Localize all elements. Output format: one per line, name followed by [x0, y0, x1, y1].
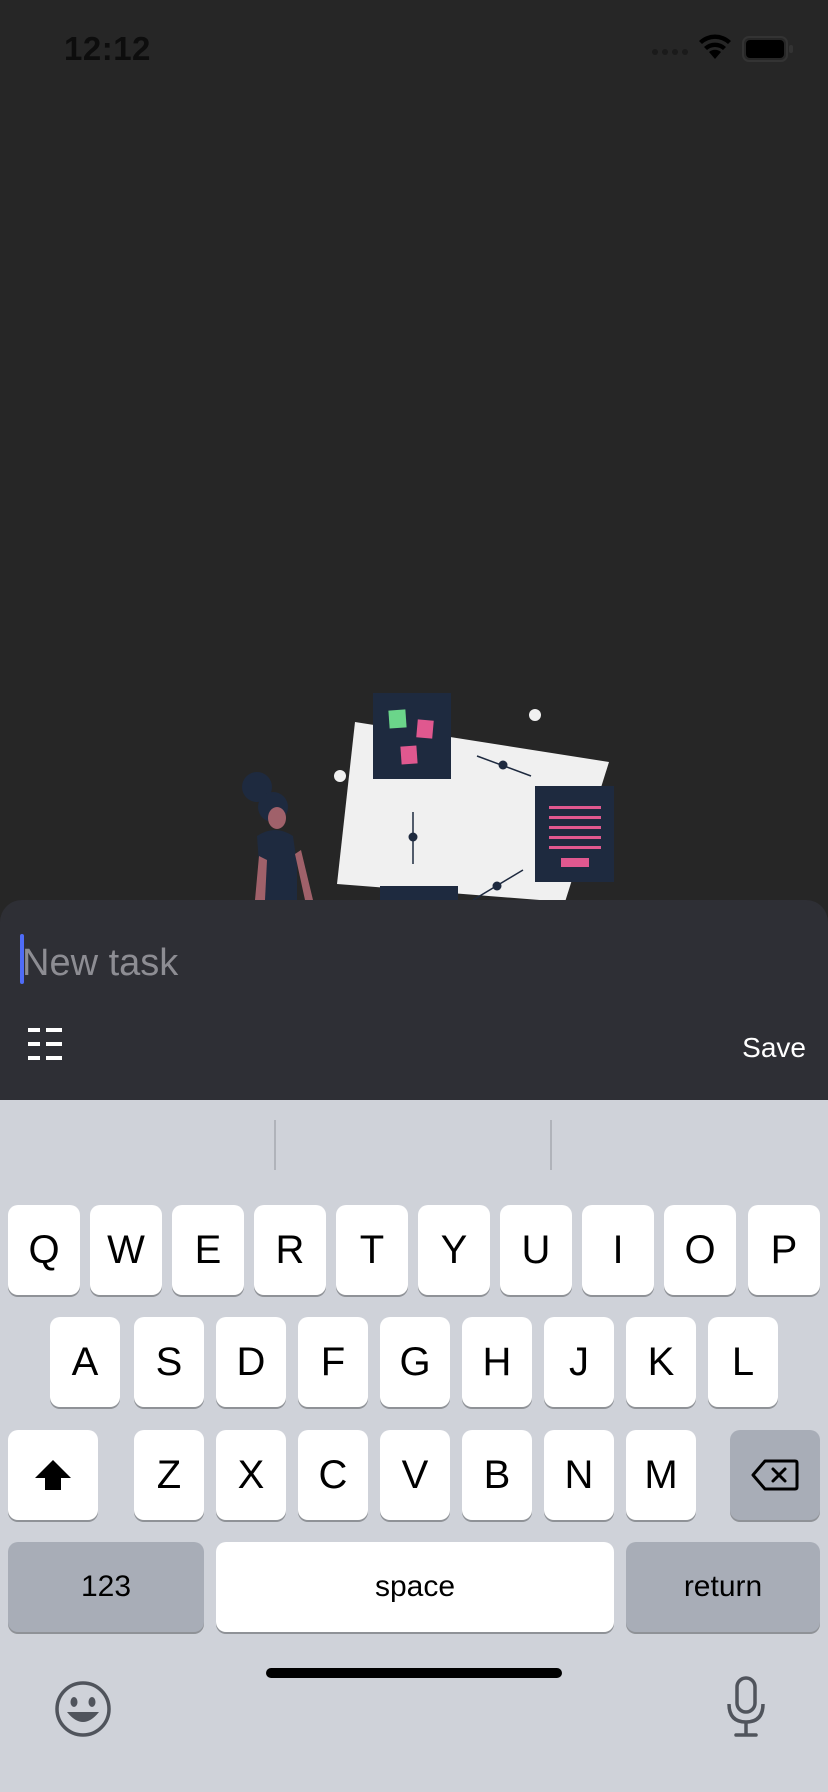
key-n[interactable]: N	[544, 1430, 614, 1520]
key-r[interactable]: R	[254, 1205, 326, 1295]
key-p[interactable]: P	[748, 1205, 820, 1295]
checklist-icon[interactable]	[26, 1024, 72, 1064]
return-key[interactable]: return	[626, 1542, 820, 1632]
key-s[interactable]: S	[134, 1317, 204, 1407]
key-w[interactable]: W	[90, 1205, 162, 1295]
new-task-sheet: Save	[0, 900, 828, 1100]
suggestion-divider	[550, 1120, 552, 1170]
key-e[interactable]: E	[172, 1205, 244, 1295]
key-a[interactable]: A	[50, 1317, 120, 1407]
new-task-input[interactable]	[22, 938, 782, 988]
key-y[interactable]: Y	[418, 1205, 490, 1295]
keyboard: Q W E R T Y U I O P A S D F G H J K L Z …	[0, 1100, 828, 1792]
microphone-icon[interactable]	[726, 1676, 766, 1738]
key-o[interactable]: O	[664, 1205, 736, 1295]
key-m[interactable]: M	[626, 1430, 696, 1520]
cellular-signal-icon	[652, 49, 688, 55]
key-v[interactable]: V	[380, 1430, 450, 1520]
key-q[interactable]: Q	[8, 1205, 80, 1295]
home-indicator	[266, 1668, 562, 1678]
key-j[interactable]: J	[544, 1317, 614, 1407]
key-z[interactable]: Z	[134, 1430, 204, 1520]
space-key[interactable]: space	[216, 1542, 614, 1632]
key-x[interactable]: X	[216, 1430, 286, 1520]
battery-icon	[742, 36, 793, 62]
wifi-icon	[699, 34, 731, 59]
save-button[interactable]: Save	[742, 1032, 806, 1064]
backspace-icon	[751, 1459, 799, 1491]
key-c[interactable]: C	[298, 1430, 368, 1520]
suggestion-divider	[274, 1120, 276, 1170]
key-h[interactable]: H	[462, 1317, 532, 1407]
status-time: 12:12	[64, 30, 151, 67]
key-b[interactable]: B	[462, 1430, 532, 1520]
key-d[interactable]: D	[216, 1317, 286, 1407]
shift-key[interactable]	[8, 1430, 98, 1520]
key-f[interactable]: F	[298, 1317, 368, 1407]
key-u[interactable]: U	[500, 1205, 572, 1295]
shift-arrow-icon	[35, 1460, 71, 1490]
numbers-key[interactable]: 123	[8, 1542, 204, 1632]
key-g[interactable]: G	[380, 1317, 450, 1407]
empty-state-illustration	[242, 693, 614, 900]
key-i[interactable]: I	[582, 1205, 654, 1295]
status-bar: 12:12	[0, 0, 828, 100]
delete-key[interactable]	[730, 1430, 820, 1520]
emoji-icon[interactable]	[54, 1680, 112, 1738]
key-k[interactable]: K	[626, 1317, 696, 1407]
key-t[interactable]: T	[336, 1205, 408, 1295]
key-l[interactable]: L	[708, 1317, 778, 1407]
